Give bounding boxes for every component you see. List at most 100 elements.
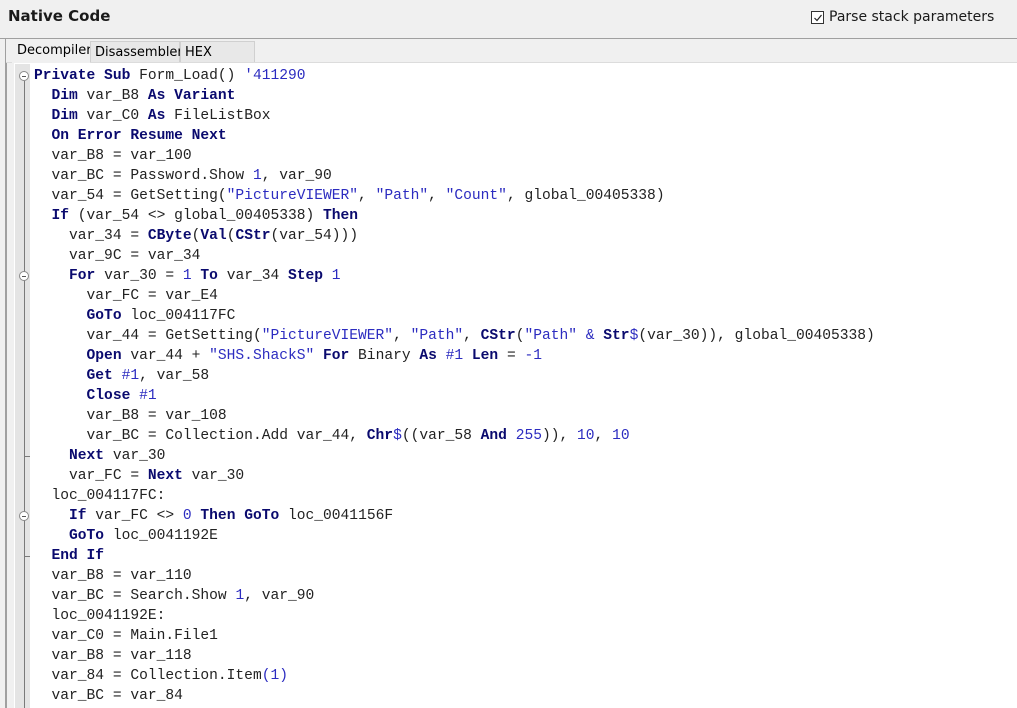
literal-token: $ (393, 428, 402, 444)
code-token: (var_30)), global_00405338) (638, 328, 875, 344)
code-token: var_44 = GetSetting( (86, 328, 262, 344)
code-token: loc_0041192E: (51, 608, 166, 624)
code-token: var_BC = Collection.Add var_44, (86, 428, 367, 444)
keyword-token: CStr (235, 228, 271, 244)
code-line[interactable]: Dim var_C0 As FileListBox (34, 106, 875, 126)
code-token: var_30 = (95, 268, 183, 284)
code-line[interactable]: var_44 = GetSetting("PictureVIEWER", "Pa… (34, 326, 875, 346)
keyword-token: Open (86, 348, 122, 364)
code-line[interactable]: For var_30 = 1 To var_34 Step 1 (34, 266, 875, 286)
code-token: loc_0041156F (279, 508, 394, 524)
code-token: var_BC = Search.Show (51, 588, 236, 604)
literal-token: #1 (445, 348, 464, 364)
code-line[interactable]: If var_FC <> 0 Then GoTo loc_0041156F (34, 506, 875, 526)
code-line[interactable]: Open var_44 + "SHS.ShackS" For Binary As… (34, 346, 875, 366)
code-token: var_FC = (69, 468, 148, 484)
fold-collapse-icon[interactable] (19, 511, 29, 521)
keyword-token: Then GoTo (200, 508, 280, 524)
code-line[interactable]: var_BC = var_84 (34, 686, 875, 706)
literal-token: 10 (612, 428, 630, 444)
code-token: var_B8 = var_110 (51, 568, 192, 584)
keyword-token: GoTo (86, 308, 122, 324)
code-line[interactable]: On Error Resume Next (34, 126, 875, 146)
literal-token: 1 (182, 268, 192, 284)
code-token: FileListBox (165, 108, 271, 124)
code-token: , (428, 188, 446, 204)
fold-collapse-icon[interactable] (19, 271, 29, 281)
code-line[interactable]: Private Sub Form_Load() '411290 (34, 66, 875, 86)
code-token: var_B8 = var_108 (86, 408, 227, 424)
code-line[interactable]: Get #1, var_58 (34, 366, 875, 386)
keyword-token: As (419, 348, 437, 364)
code-line[interactable]: Close #1 (34, 386, 875, 406)
code-line[interactable]: var_BC = Password.Show 1, var_90 (34, 166, 875, 186)
code-token: var_B8 = var_100 (51, 148, 192, 164)
literal-token: '411290 (244, 68, 306, 84)
literal-token: -1 (524, 348, 542, 364)
code-line[interactable]: var_C0 = Main.File1 (34, 626, 875, 646)
code-line[interactable]: Dim var_B8 As Variant (34, 86, 875, 106)
literal-token: "PictureVIEWER" (261, 328, 394, 344)
code-line[interactable]: var_84 = Collection.Item(1) (34, 666, 875, 686)
code-line[interactable]: loc_004117FC: (34, 486, 875, 506)
parse-stack-parameters-label: Parse stack parameters (829, 9, 995, 25)
parse-stack-parameters-checkbox[interactable] (811, 10, 824, 24)
code-token: var_34 (217, 268, 288, 284)
literal-token: "SHS.ShackS" (209, 348, 315, 364)
checkmark-icon (814, 14, 822, 21)
code-line[interactable]: var_B8 = var_110 (34, 566, 875, 586)
code-line[interactable]: loc_0041192E: (34, 606, 875, 626)
keyword-token: To (200, 268, 218, 284)
fold-end-tick (24, 556, 30, 557)
tab-decompiler[interactable]: Decompiler (12, 39, 92, 63)
panel-title: Native Code (8, 7, 111, 25)
keyword-token: Then (323, 208, 359, 224)
code-token: , global_00405338) (506, 188, 665, 204)
code-line[interactable]: var_BC = Collection.Add var_44, Chr$((va… (34, 426, 875, 446)
code-token: , (393, 328, 411, 344)
code-line[interactable]: var_54 = GetSetting("PictureVIEWER", "Pa… (34, 186, 875, 206)
panel-header: Native Code Parse stack parameters (0, 0, 1017, 39)
keyword-token: If (51, 208, 70, 224)
code-token: , var_90 (244, 588, 315, 604)
code-line[interactable]: var_9C = var_34 (34, 246, 875, 266)
tab-disassembler[interactable]: Disassembler (90, 41, 183, 62)
code-line[interactable]: var_FC = var_E4 (34, 286, 875, 306)
parse-stack-parameters-toggle[interactable]: Parse stack parameters (811, 9, 994, 25)
code-line[interactable]: var_BC = Search.Show 1, var_90 (34, 586, 875, 606)
code-token: loc_004117FC: (51, 488, 166, 504)
code-line[interactable]: End If (34, 546, 875, 566)
code-line[interactable]: GoTo loc_0041192E (34, 526, 875, 546)
code-token: , var_58 (139, 368, 210, 384)
literal-token: & (585, 328, 595, 344)
code-line[interactable]: var_34 = CByte(Val(CStr(var_54))) (34, 226, 875, 246)
decompiled-code[interactable]: Private Sub Form_Load() '411290 Dim var_… (34, 66, 875, 706)
fold-collapse-icon[interactable] (19, 71, 29, 81)
code-line[interactable]: var_B8 = var_118 (34, 646, 875, 666)
code-line[interactable]: Next var_30 (34, 446, 875, 466)
keyword-token: Dim (51, 88, 78, 104)
code-line[interactable]: var_B8 = var_108 (34, 406, 875, 426)
code-line[interactable]: var_B8 = var_100 (34, 146, 875, 166)
code-line[interactable]: GoTo loc_004117FC (34, 306, 875, 326)
code-token: (var_54 <> global_00405338) (69, 208, 324, 224)
code-token: , (358, 188, 376, 204)
code-line[interactable]: var_FC = Next var_30 (34, 466, 875, 486)
code-line[interactable]: If (var_54 <> global_00405338) Then (34, 206, 875, 226)
tab-hex-editor[interactable]: HEX Editor (180, 41, 255, 81)
code-token: var_34 = (69, 228, 148, 244)
